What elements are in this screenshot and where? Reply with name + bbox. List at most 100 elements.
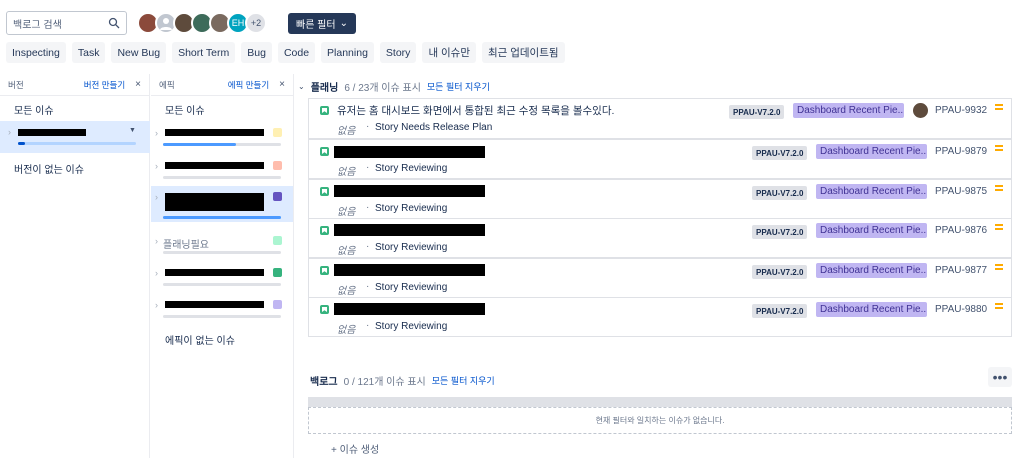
- epic-color-swatch[interactable]: [273, 192, 282, 201]
- epic-item[interactable]: ›: [151, 298, 293, 322]
- epic-lozenge[interactable]: Dashboard Recent Pie...: [816, 144, 927, 159]
- close-icon[interactable]: ×: [279, 79, 285, 90]
- redacted-title: [334, 264, 485, 276]
- separator: ·: [366, 241, 370, 252]
- issue-row[interactable]: 없음 · Story Reviewing PPAU-V7.2.0 Dashboa…: [308, 297, 1012, 337]
- fix-version-badge: PPAU-V7.2.0: [752, 304, 808, 318]
- issue-row[interactable]: 유저는 홈 대시보드 화면에서 통합된 최근 수정 목록을 볼수있다. 없음 ·…: [308, 98, 1012, 139]
- epic-item[interactable]: ›: [151, 266, 293, 290]
- redacted-title: [334, 146, 485, 158]
- sprint-count: 6 / 23개 이슈 표시: [344, 83, 421, 94]
- dropdown-icon[interactable]: ▼: [129, 127, 136, 134]
- epic-lozenge[interactable]: Dashboard Recent Pie...: [793, 103, 904, 118]
- redacted-text: [165, 301, 264, 308]
- backlog-name: 백로그: [310, 377, 338, 388]
- issue-key[interactable]: PPAU-9875: [935, 186, 987, 197]
- issue-key[interactable]: PPAU-9877: [935, 265, 987, 276]
- issue-key[interactable]: PPAU-9876: [935, 225, 987, 236]
- epic-color-swatch[interactable]: [273, 236, 282, 245]
- issues-without-version[interactable]: 버전이 없는 이슈: [0, 161, 98, 176]
- quick-filter-button[interactable]: 빠른 필터 ⌄: [288, 13, 356, 34]
- chevron-right-icon: ›: [8, 127, 11, 137]
- epics-header: 에픽 에픽 만들기 ×: [151, 74, 293, 96]
- epic-lozenge[interactable]: Dashboard Recent Pie...: [816, 263, 927, 278]
- redacted-title: [334, 224, 485, 236]
- priority-medium-icon: [995, 303, 1003, 311]
- epic-lozenge[interactable]: Dashboard Recent Pie...: [816, 184, 927, 199]
- epic-lozenge[interactable]: Dashboard Recent Pie...: [816, 302, 927, 317]
- issue-none: 없음: [337, 246, 356, 257]
- create-issue-button[interactable]: + 이슈 생성: [331, 441, 379, 456]
- filter-chip[interactable]: 최근 업데이트됨: [482, 42, 565, 63]
- clear-filters-link[interactable]: 모든 필터 지우기: [427, 80, 490, 93]
- priority-medium-icon: [995, 264, 1003, 272]
- epic-item[interactable]: ›: [151, 159, 293, 183]
- issue-key[interactable]: PPAU-9880: [935, 304, 987, 315]
- issue-status: Story Reviewing: [375, 203, 448, 214]
- separator: ·: [366, 320, 370, 331]
- filter-chip[interactable]: Short Term: [172, 42, 236, 63]
- sprint-name: 플래닝: [310, 83, 339, 94]
- clear-filters-link[interactable]: 모든 필터 지우기: [432, 374, 495, 387]
- fix-version-badge: PPAU-V7.2.0: [729, 105, 785, 119]
- filter-chip[interactable]: 내 이슈만: [422, 42, 476, 63]
- backlog-empty-message: 현재 필터와 일치하는 이슈가 없습니다.: [308, 407, 1012, 434]
- progress-bar: [18, 142, 136, 145]
- avatar-overflow[interactable]: +2: [245, 12, 267, 34]
- epic-color-swatch[interactable]: [273, 300, 282, 309]
- epic-color-swatch[interactable]: [273, 161, 282, 170]
- epic-item[interactable]: › 플래닝필요: [151, 234, 293, 258]
- epics-all-issues[interactable]: 모든 이슈: [151, 102, 219, 117]
- issue-row[interactable]: 없음 · Story Reviewing PPAU-V7.2.0 Dashboa…: [308, 218, 1012, 258]
- filter-chip[interactable]: Code: [277, 42, 316, 63]
- filter-chip[interactable]: Bug: [241, 42, 272, 63]
- filter-chip[interactable]: New Bug: [111, 42, 167, 63]
- issue-row[interactable]: 없음 · Story Reviewing PPAU-V7.2.0 Dashboa…: [308, 258, 1012, 298]
- create-version-link[interactable]: 버전 만들기: [84, 79, 125, 91]
- version-item-selected[interactable]: › ▼: [0, 121, 150, 153]
- separator: ·: [366, 121, 370, 132]
- filter-chip[interactable]: Story: [379, 42, 417, 63]
- progress-bar: [163, 251, 281, 254]
- chevron-right-icon: ›: [155, 236, 158, 246]
- versions-all-issues[interactable]: 모든 이슈: [0, 102, 68, 117]
- issue-key[interactable]: PPAU-9932: [935, 105, 987, 116]
- story-icon: [320, 266, 329, 275]
- issue-row[interactable]: 없음 · Story Reviewing PPAU-V7.2.0 Dashboa…: [308, 139, 1012, 179]
- epic-lozenge[interactable]: Dashboard Recent Pie...: [816, 223, 927, 238]
- search-input[interactable]: 백로그 검색: [6, 11, 127, 35]
- issue-none: 없음: [337, 126, 356, 137]
- more-actions-button[interactable]: •••: [988, 367, 1012, 387]
- filter-chip[interactable]: Task: [71, 42, 106, 63]
- redacted-title: [334, 303, 485, 315]
- issue-key[interactable]: PPAU-9879: [935, 146, 987, 157]
- epic-color-swatch[interactable]: [273, 128, 282, 137]
- epic-item-selected[interactable]: ›: [151, 186, 293, 222]
- redacted-text: [165, 269, 264, 276]
- epic-item[interactable]: ›: [151, 126, 293, 150]
- issue-row[interactable]: 없음 · Story Reviewing PPAU-V7.2.0 Dashboa…: [308, 179, 1012, 219]
- progress-bar: [163, 143, 281, 146]
- redacted-text: [18, 129, 86, 136]
- filter-chips: Inspecting Task New Bug Short Term Bug C…: [6, 42, 565, 63]
- user-icon: [160, 18, 172, 30]
- create-epic-link[interactable]: 에픽 만들기: [228, 79, 269, 91]
- issue-none: 없음: [337, 167, 356, 178]
- close-icon[interactable]: ×: [135, 79, 141, 90]
- issue-none: 없음: [337, 286, 356, 297]
- story-icon: [320, 226, 329, 235]
- versions-title: 버전: [8, 79, 24, 90]
- redacted-text: [165, 129, 264, 136]
- story-icon: [320, 187, 329, 196]
- fix-version-badge: PPAU-V7.2.0: [752, 186, 808, 200]
- chevron-down-icon[interactable]: ⌄: [298, 82, 305, 91]
- story-icon: [320, 106, 329, 115]
- issue-none: 없음: [337, 325, 356, 336]
- filter-chip[interactable]: Inspecting: [6, 42, 66, 63]
- assignee-avatar[interactable]: [913, 103, 928, 118]
- issues-without-epic[interactable]: 에픽이 없는 이슈: [151, 332, 249, 347]
- filter-chip[interactable]: Planning: [321, 42, 374, 63]
- issue-title: 유저는 홈 대시보드 화면에서 통합된 최근 수정 목록을 볼수있다.: [337, 105, 615, 117]
- priority-medium-icon: [995, 185, 1003, 193]
- epic-color-swatch[interactable]: [273, 268, 282, 277]
